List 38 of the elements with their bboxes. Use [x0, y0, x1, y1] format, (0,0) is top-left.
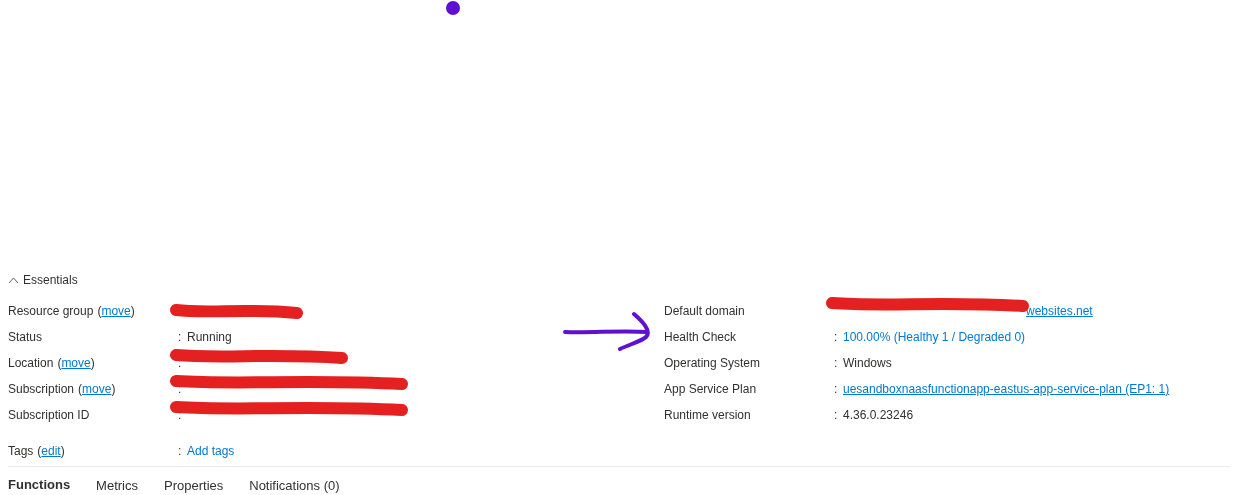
chevron-up-icon[interactable] [8, 276, 19, 284]
field-label: Location [8, 356, 54, 370]
colon: : [178, 330, 182, 344]
field-label: Resource group [8, 304, 94, 318]
field-label: Status [8, 330, 43, 344]
field-value: Running [187, 330, 232, 344]
colon: : [834, 330, 838, 344]
edit-link[interactable]: (edit) [37, 444, 65, 458]
field-label: Tags [8, 444, 34, 458]
colon: : [834, 408, 838, 422]
colon: : [178, 356, 182, 370]
field-label: Subscription [8, 382, 75, 396]
field-label: Runtime version [664, 408, 751, 422]
value-link[interactable]: websites.net [1026, 304, 1093, 318]
field-label: Operating System [664, 356, 761, 370]
edit-link[interactable]: (move) [78, 382, 116, 396]
colon: : [834, 356, 838, 370]
annotation-dot [445, 0, 461, 16]
field-value: Windows [843, 356, 892, 370]
field-label: Subscription ID [8, 408, 90, 422]
tab[interactable]: Properties [164, 477, 224, 495]
value-link[interactable]: uesandboxnaasfunctionapp-eastus-app-service-plan (EP1: 1) [843, 382, 1170, 396]
edit-link[interactable]: (move) [97, 304, 135, 318]
colon: : [834, 382, 838, 396]
section-title: Essentials [23, 273, 78, 287]
tab[interactable]: Metrics [96, 477, 138, 495]
tab[interactable]: Functions [8, 477, 71, 495]
tab[interactable]: Notifications (0) [249, 477, 340, 495]
field-label: Health Check [664, 330, 737, 344]
value-link[interactable]: Add tags [187, 444, 235, 458]
field-label: App Service Plan [664, 382, 757, 396]
value-link[interactable]: 100.00% (Healthy 1 / Degraded 0) [843, 330, 1026, 344]
colon: : [178, 444, 182, 458]
edit-link[interactable]: (move) [57, 356, 95, 370]
field-value: 4.36.0.23246 [843, 408, 914, 422]
colon: : [178, 382, 182, 396]
colon: : [178, 408, 182, 422]
field-label: Default domain [664, 304, 745, 318]
